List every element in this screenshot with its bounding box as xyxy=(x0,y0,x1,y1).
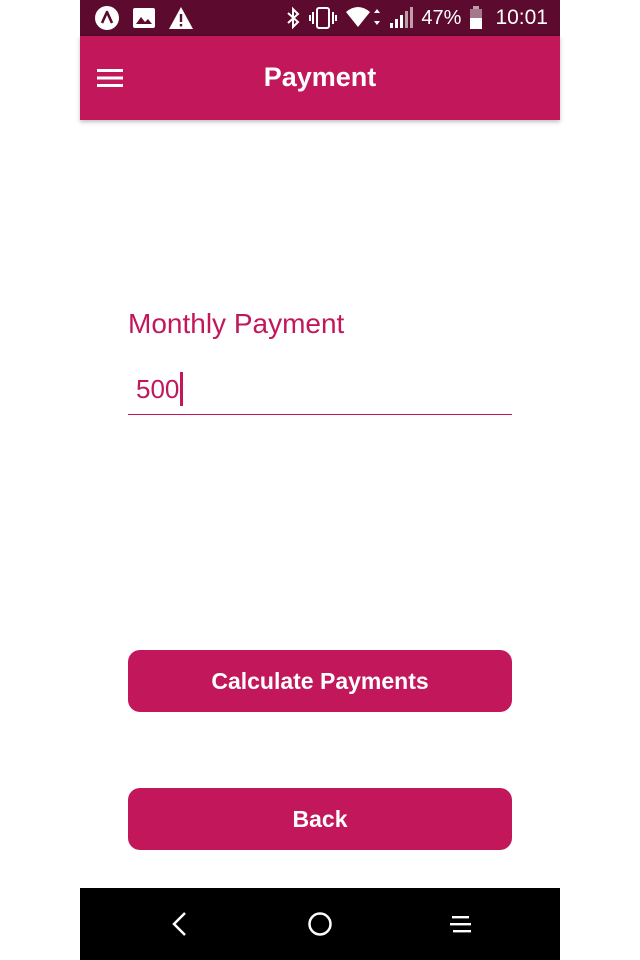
monthly-payment-input[interactable]: 500 xyxy=(128,364,512,415)
status-bar-system: 47% 10:01 xyxy=(285,5,548,31)
phone-screen: 47% 10:01 Payment Monthly Payment 500 Ca… xyxy=(80,0,560,960)
back-icon[interactable] xyxy=(160,904,200,944)
monthly-payment-value-wrap: 500 xyxy=(136,372,184,406)
calculate-payments-button[interactable]: Calculate Payments xyxy=(128,650,512,712)
app-notification-icon xyxy=(94,5,120,31)
bluetooth-icon xyxy=(285,6,301,30)
text-cursor xyxy=(180,372,184,406)
battery-icon xyxy=(469,6,483,30)
warning-icon xyxy=(168,6,194,30)
status-bar: 47% 10:01 xyxy=(80,0,560,36)
system-nav-bar xyxy=(80,888,560,960)
signal-icon xyxy=(389,7,414,29)
battery-percent: 47% xyxy=(421,6,462,29)
status-bar-notifications xyxy=(94,5,194,31)
monthly-payment-value: 500 xyxy=(136,373,180,404)
image-icon xyxy=(132,7,156,29)
wifi-icon xyxy=(345,6,381,30)
monthly-payment-label: Monthly Payment xyxy=(128,308,345,339)
vibrate-icon xyxy=(309,6,338,30)
back-button[interactable]: Back xyxy=(128,788,512,850)
page-title: Payment xyxy=(263,62,377,92)
recents-icon[interactable] xyxy=(441,904,481,944)
app-bar: Payment xyxy=(80,36,560,120)
home-icon[interactable] xyxy=(300,904,340,944)
status-time: 10:01 xyxy=(495,6,548,29)
